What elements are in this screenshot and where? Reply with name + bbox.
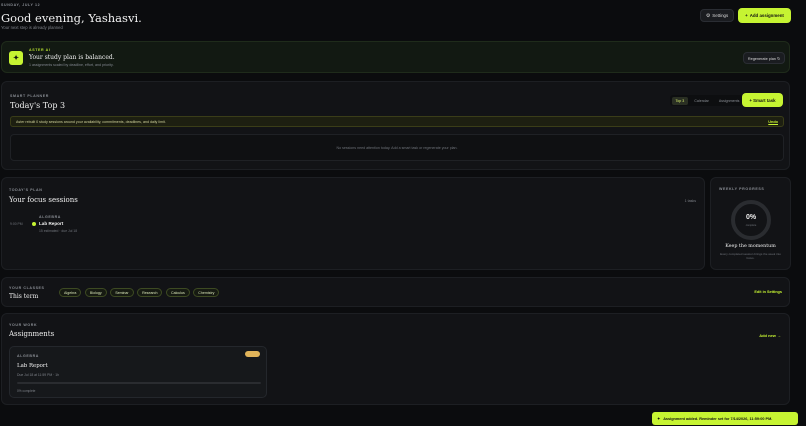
aster-title: Your study plan is balanced. (29, 54, 115, 61)
assignment-subject: ALGEBRA (17, 354, 39, 358)
assignments-card: YOUR WORK Assignments Add new → ALGEBRA … (1, 313, 790, 405)
settings-button[interactable]: ⚙ Settings (700, 9, 734, 22)
class-chip-biology[interactable]: Biology (84, 288, 107, 297)
aster-ai-card: ✦ ASTER AI Your study plan is balanced. … (1, 41, 790, 73)
tasks-count: 1 tasks (684, 199, 696, 203)
smart-planner-card: SMART PLANNER Today's Top 3 Top 3 Calend… (1, 81, 790, 170)
smart-task-button[interactable]: + Smart task (742, 93, 783, 107)
class-chip-algebra[interactable]: Algebra (59, 288, 82, 297)
today-plan-card: TODAY'S PLAN Your focus sessions 1 tasks… (1, 177, 705, 270)
tab-top-3[interactable]: Top 3 (671, 96, 689, 105)
class-chip-seminar[interactable]: Seminar (110, 288, 134, 297)
add-assignment-button[interactable]: + Add assignment (738, 8, 791, 23)
assignment-priority-badge (245, 351, 260, 357)
session-status-dot (32, 222, 36, 226)
work-title: Assignments (9, 330, 55, 338)
add-assignment-label: Add assignment (749, 13, 784, 18)
session-subject: ALGEBRA (39, 215, 61, 219)
aster-subtitle: 1 assignments scaled by deadline, effort… (29, 63, 114, 67)
empty-state-text: No sessions need attention today. Add a … (336, 146, 458, 150)
aster-eyebrow: ASTER AI (29, 48, 51, 52)
classes-card: YOUR CLASSES This term Algebra Biology S… (1, 277, 790, 307)
planner-eyebrow: SMART PLANNER (10, 94, 49, 98)
empty-state: No sessions need attention today. Add a … (10, 134, 784, 161)
session-time: 9:00 PM (10, 222, 23, 226)
progress-ring: 0% complete (731, 200, 771, 240)
assignment-progress-bar (17, 382, 261, 384)
class-chip-list: Algebra Biology Seminar Research Calculu… (59, 288, 220, 297)
greeting-heading: Good evening, Yashasvi. (1, 11, 142, 25)
edit-in-settings-link[interactable]: Edit in Settings (754, 290, 782, 294)
assignment-title: Lab Report (17, 363, 48, 369)
gear-icon: ⚙ (705, 12, 711, 19)
weekly-eyebrow: WEEKLY PROGRESS (719, 187, 765, 191)
session-meta: 15 estimated · due Jul 18 (39, 229, 78, 233)
assignment-due: Due Jul 18 at 11:59 PM · 1h (17, 373, 59, 377)
check-icon: ✦ (657, 417, 661, 421)
progress-percent: 0% (745, 214, 757, 221)
greeting-subtitle: Your next step is already planned (1, 25, 63, 30)
classes-title: This term (9, 293, 39, 300)
work-eyebrow: YOUR WORK (9, 323, 38, 327)
toast-notification[interactable]: ✦ Assignment added. Reminder set for 7/1… (652, 412, 798, 425)
date-label: SUNDAY, JULY 12 (1, 3, 41, 7)
undo-link[interactable]: Undo (768, 120, 778, 124)
progress-ring-label: complete (745, 224, 757, 227)
planner-notice: Aster rebuilt 0 study sessions around yo… (10, 116, 784, 127)
assignment-item[interactable]: ALGEBRA Lab Report Due Jul 18 at 11:59 P… (9, 346, 267, 398)
sparkle-icon: ✦ (9, 51, 23, 65)
plus-icon: + (745, 13, 748, 18)
class-chip-research[interactable]: Research (137, 288, 163, 297)
notice-text: Aster rebuilt 0 study sessions around yo… (16, 120, 166, 124)
toast-text: Assignment added. Reminder set for 7/14/… (663, 416, 773, 421)
add-new-link[interactable]: Add new → (759, 333, 781, 338)
today-title: Your focus sessions (9, 196, 78, 204)
session-title[interactable]: Lab Report (39, 221, 63, 226)
tab-calendar[interactable]: Calendar (690, 97, 713, 105)
class-chip-calculus[interactable]: Calculus (165, 288, 190, 297)
settings-label: Settings (712, 13, 729, 18)
weekly-title: Keep the momentum (725, 244, 776, 249)
weekly-progress-card: WEEKLY PROGRESS 0% complete Keep the mom… (710, 177, 791, 270)
planner-title: Today's Top 3 (10, 101, 66, 110)
regenerate-plan-button[interactable]: Regenerate plan ↻ (743, 52, 785, 64)
today-eyebrow: TODAY'S PLAN (9, 188, 43, 192)
tab-assignments[interactable]: Assignments (715, 97, 744, 105)
weekly-subtitle: Every completed session brings the week … (720, 252, 781, 260)
class-chip-chemistry[interactable]: Chemistry (193, 288, 220, 297)
classes-eyebrow: YOUR CLASSES (9, 286, 45, 290)
assignment-progress-label: 0% complete (17, 389, 36, 393)
planner-view-tabs: Top 3 Calendar Assignments (670, 95, 745, 106)
